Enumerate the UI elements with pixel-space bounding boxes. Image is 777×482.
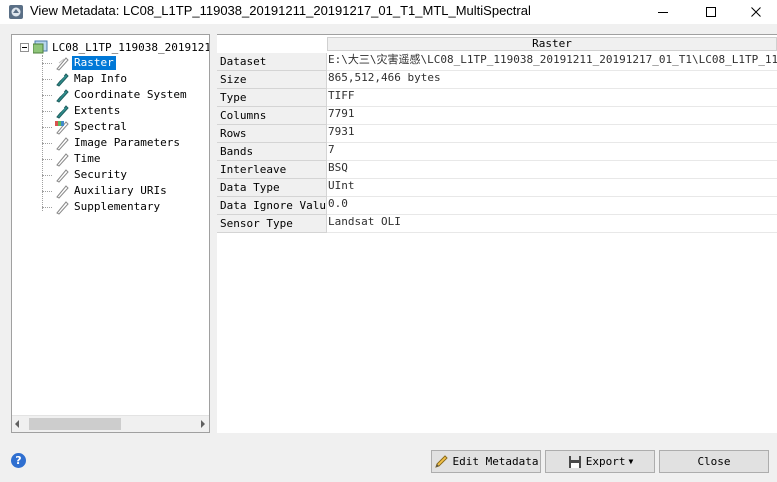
table-row: Rows 7931 <box>217 125 777 143</box>
auxiliary-uris-icon <box>56 185 69 199</box>
coordinate-system-icon <box>56 89 69 103</box>
tree-item-image-parameters[interactable]: Image Parameters <box>42 135 182 151</box>
scroll-left-icon[interactable] <box>15 420 19 428</box>
row-name: Columns <box>217 107 327 125</box>
tree-item-extents[interactable]: Extents <box>42 103 122 119</box>
table-row: Type TIFF <box>217 89 777 107</box>
row-value[interactable]: 0.0 <box>327 197 777 215</box>
title-bar: View Metadata: LC08_L1TP_119038_20191211… <box>0 0 777 24</box>
tree-item-coordinate-system[interactable]: Coordinate System <box>42 87 189 103</box>
row-name: Interleave <box>217 161 327 179</box>
maximize-button[interactable] <box>688 0 734 24</box>
tree-horizontal-scrollbar[interactable] <box>12 415 209 432</box>
export-label: Export <box>585 455 626 468</box>
table-row: Bands 7 <box>217 143 777 161</box>
metadata-tree[interactable]: LC08_L1TP_119038_20191211_ Raster Map In… <box>11 34 210 433</box>
row-name: Data Ignore Value <box>217 197 327 215</box>
spectral-icon <box>55 121 69 135</box>
grid-column-header: Raster <box>327 37 777 51</box>
maximize-icon <box>706 7 716 17</box>
edit-metadata-button[interactable]: Edit Metadata <box>431 450 541 473</box>
table-row: Dataset E:\大三\灾害遥感\LC08_L1TP_119038_2019… <box>217 53 777 71</box>
raster-file-icon <box>33 40 48 54</box>
tree-root[interactable]: LC08_L1TP_119038_20191211_ <box>20 39 210 55</box>
row-name: Dataset <box>217 53 327 71</box>
row-name: Size <box>217 71 327 89</box>
tree-item-security[interactable]: Security <box>42 167 129 183</box>
chevron-down-icon: ▼ <box>628 457 634 466</box>
tree-item-supplementary[interactable]: Supplementary <box>42 199 162 215</box>
table-row: Columns 7791 <box>217 107 777 125</box>
row-value[interactable]: 7 <box>327 143 777 161</box>
row-value[interactable]: TIFF <box>327 89 777 107</box>
table-row: Data Type UInt <box>217 179 777 197</box>
tree-item-raster[interactable]: Raster <box>42 55 116 71</box>
collapse-toggle[interactable] <box>20 42 29 52</box>
window-title: View Metadata: LC08_L1TP_119038_20191211… <box>30 3 531 18</box>
pencil-icon <box>435 454 449 468</box>
row-value[interactable]: E:\大三\灾害遥感\LC08_L1TP_119038_20191211_201… <box>327 53 777 71</box>
tree-item-auxiliary-uris[interactable]: Auxiliary URIs <box>42 183 169 199</box>
row-name: Type <box>217 89 327 107</box>
row-value[interactable]: 7791 <box>327 107 777 125</box>
table-row: Size 865,512,466 bytes <box>217 71 777 89</box>
time-icon <box>56 153 69 167</box>
table-row: Data Ignore Value 0.0 <box>217 197 777 215</box>
row-name: Bands <box>217 143 327 161</box>
tree-item-time[interactable]: Time <box>42 151 103 167</box>
save-disk-icon <box>568 455 581 468</box>
export-button[interactable]: Export ▼ <box>545 450 655 473</box>
help-icon[interactable]: ? <box>11 453 26 468</box>
close-window-button[interactable] <box>733 0 777 24</box>
table-row: Interleave BSQ <box>217 161 777 179</box>
tree-item-spectral[interactable]: Spectral <box>42 119 129 135</box>
minimize-icon <box>658 12 668 13</box>
close-icon <box>751 7 761 17</box>
row-name: Data Type <box>217 179 327 197</box>
extents-icon <box>56 105 69 119</box>
row-name: Sensor Type <box>217 215 327 233</box>
close-label: Close <box>697 455 731 468</box>
row-value[interactable]: UInt <box>327 179 777 197</box>
image-parameters-icon <box>56 137 69 151</box>
raster-icon <box>56 57 69 71</box>
row-value[interactable]: BSQ <box>327 161 777 179</box>
security-icon <box>56 169 69 183</box>
tree-root-label: LC08_L1TP_119038_20191211_ <box>52 40 210 54</box>
minimize-button[interactable] <box>640 0 686 24</box>
scroll-right-icon[interactable] <box>201 420 205 428</box>
map-info-icon <box>56 73 69 87</box>
scroll-thumb[interactable] <box>29 418 121 430</box>
table-row: Sensor Type Landsat OLI <box>217 215 777 233</box>
row-name: Rows <box>217 125 327 143</box>
row-value[interactable]: 865,512,466 bytes <box>327 71 777 89</box>
app-icon <box>9 5 23 19</box>
supplementary-icon <box>56 201 69 215</box>
edit-metadata-label: Edit Metadata <box>452 455 539 468</box>
metadata-grid: Raster Dataset E:\大三\灾害遥感\LC08_L1TP_1190… <box>217 34 777 433</box>
row-value[interactable]: 7931 <box>327 125 777 143</box>
close-button[interactable]: Close <box>659 450 769 473</box>
row-value[interactable]: Landsat OLI <box>327 215 777 233</box>
tree-item-map-info[interactable]: Map Info <box>42 71 129 87</box>
